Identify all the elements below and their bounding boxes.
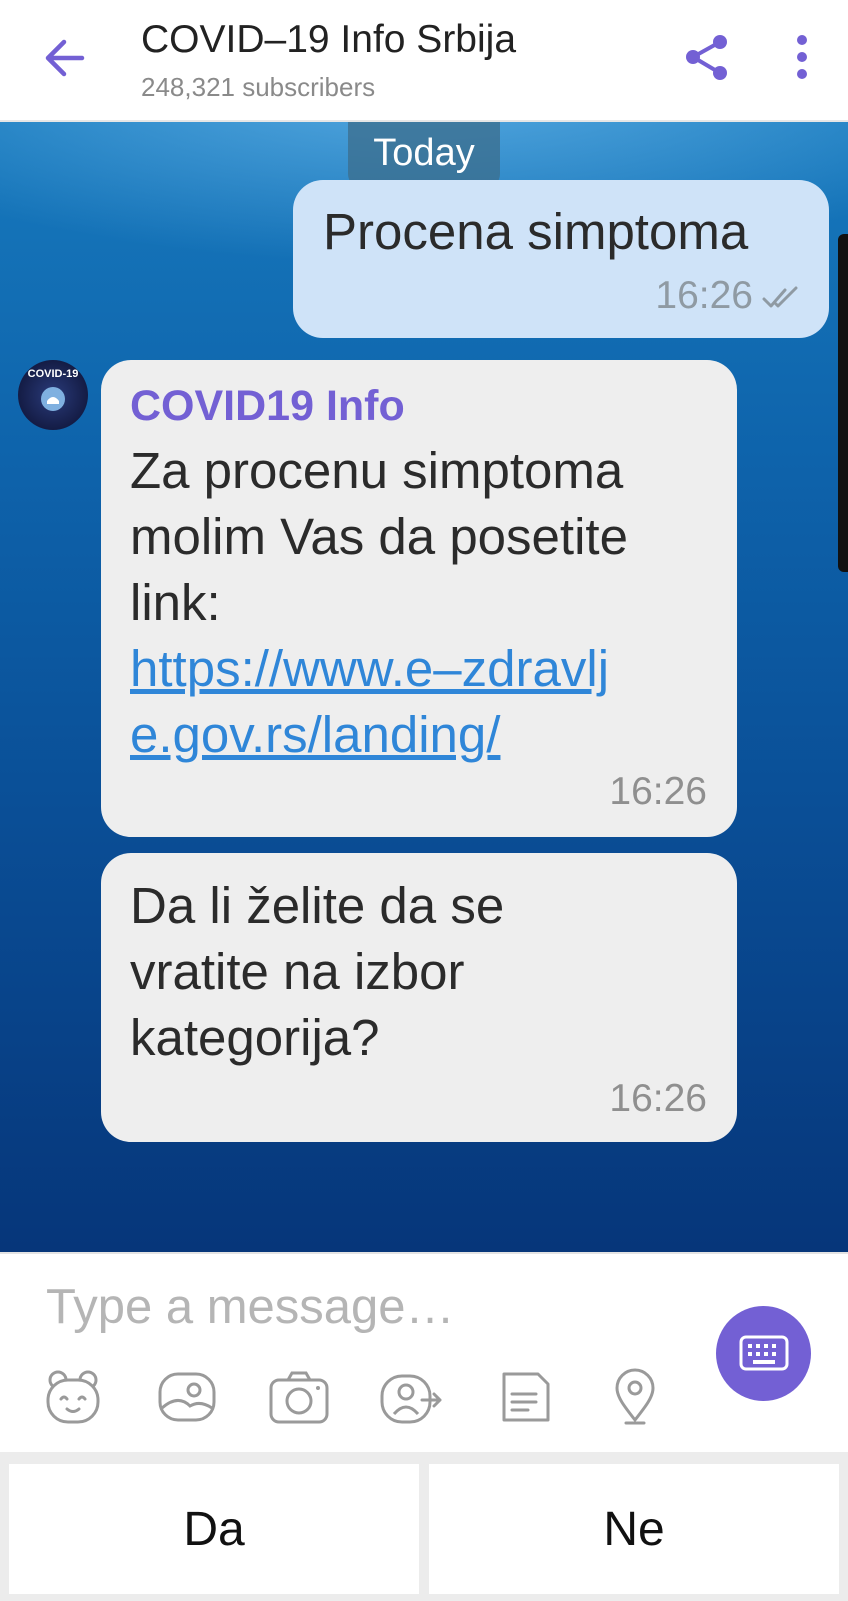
incoming-message[interactable]: COVID19 Info Za procenu simptoma molim V… xyxy=(101,360,737,837)
file-icon xyxy=(502,1372,550,1422)
message-line: Da li želite da se xyxy=(130,877,505,934)
subscriber-count: 248,321 subscribers xyxy=(141,72,376,102)
share-button[interactable] xyxy=(680,30,734,84)
message-time: 16:26 xyxy=(609,770,707,813)
message-text: Procena simptoma xyxy=(323,203,749,260)
chat-header: COVID–19 Info Srbija 248,321 subscribers xyxy=(0,0,848,122)
double-check-icon xyxy=(762,286,798,308)
channel-title[interactable]: COVID–19 Info Srbija xyxy=(141,18,516,62)
location-icon xyxy=(615,1368,655,1425)
reply-keyboard: Da Ne xyxy=(0,1452,848,1601)
share-icon xyxy=(686,35,727,80)
message-composer xyxy=(0,1252,848,1452)
arrow-left-icon xyxy=(45,39,85,77)
sticker-button[interactable] xyxy=(42,1366,104,1428)
location-button[interactable] xyxy=(604,1366,666,1428)
message-line: Za procenu simptoma xyxy=(130,442,624,499)
message-text: Da li želite da se vratite na izbor kate… xyxy=(130,873,504,1071)
gallery-icon xyxy=(158,1372,216,1422)
camera-icon xyxy=(269,1371,329,1424)
gallery-button[interactable] xyxy=(156,1366,218,1428)
message-text: Za procenu simptoma molim Vas da posetit… xyxy=(130,438,628,768)
chat-area[interactable]: Today Procena simptoma 16:26 COVID-19 CO… xyxy=(0,122,848,1252)
message-link[interactable]: https://www.e–zdravlj xyxy=(130,636,628,702)
share-contact-button[interactable] xyxy=(380,1366,442,1428)
date-separator: Today xyxy=(348,122,500,188)
more-options-button[interactable] xyxy=(780,30,820,84)
message-time: 16:26 xyxy=(655,274,753,317)
reply-button-da[interactable]: Da xyxy=(9,1464,419,1594)
incoming-message[interactable]: Da li želite da se vratite na izbor kate… xyxy=(101,853,737,1142)
keyboard-button[interactable] xyxy=(716,1306,811,1401)
message-input[interactable] xyxy=(44,1270,668,1344)
camera-button[interactable] xyxy=(268,1366,330,1428)
sender-name: COVID19 Info xyxy=(130,382,405,430)
message-line: molim Vas da posetite xyxy=(130,508,628,565)
more-vertical-icon xyxy=(797,35,807,79)
keyboard-icon xyxy=(739,1335,789,1371)
message-line: vratite na izbor xyxy=(130,943,465,1000)
avatar[interactable]: COVID-19 xyxy=(18,360,88,430)
back-button[interactable] xyxy=(36,28,96,88)
message-link[interactable]: e.gov.rs/landing/ xyxy=(130,702,628,768)
scrollbar[interactable] xyxy=(838,234,848,572)
file-button[interactable] xyxy=(494,1366,556,1428)
message-time: 16:26 xyxy=(609,1077,707,1120)
outgoing-message[interactable]: Procena simptoma 16:26 xyxy=(293,180,829,338)
message-line: kategorija? xyxy=(130,1009,380,1066)
sticker-icon xyxy=(46,1370,100,1424)
reply-button-ne[interactable]: Ne xyxy=(429,1464,839,1594)
share-contact-icon xyxy=(380,1374,442,1424)
message-line: link: xyxy=(130,574,221,631)
emblem-icon xyxy=(41,387,65,411)
avatar-label: COVID-19 xyxy=(27,368,79,380)
